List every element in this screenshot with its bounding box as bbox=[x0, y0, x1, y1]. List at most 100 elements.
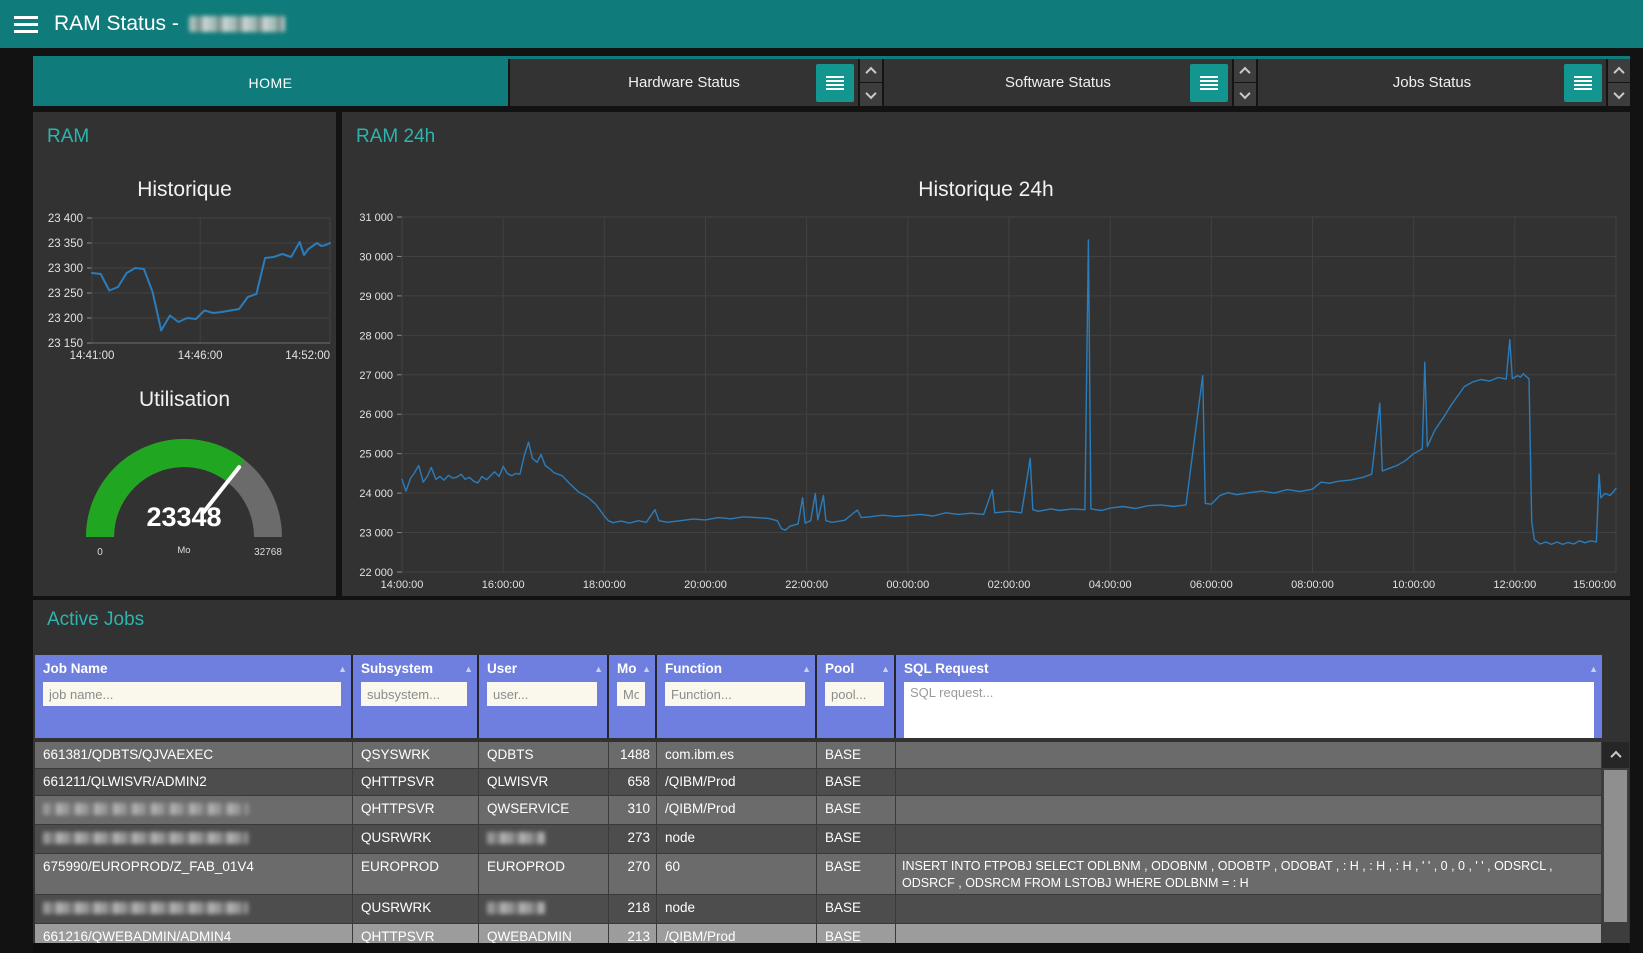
sort-jobname[interactable]: Job Name▲ bbox=[43, 658, 347, 679]
user-filter-input[interactable] bbox=[487, 682, 597, 706]
sql-filter-input[interactable] bbox=[904, 682, 1594, 738]
tab-spinner bbox=[1234, 59, 1256, 106]
spin-up-button[interactable] bbox=[1234, 59, 1256, 82]
column-pool: Pool▲ bbox=[817, 655, 896, 738]
jobs-list-button[interactable] bbox=[1564, 64, 1602, 102]
ram-status-dashboard: { "header": { "title": "RAM Status -", "… bbox=[0, 0, 1643, 953]
svg-text:23 200: 23 200 bbox=[48, 313, 83, 325]
sort-sql[interactable]: SQL Request▲ bbox=[904, 658, 1598, 679]
jobs-table-header: Job Name▲ Subsystem▲ User▲ Mo▲ Function▲… bbox=[35, 655, 1602, 738]
redacted-text bbox=[487, 832, 545, 844]
title-bar: RAM Status - bbox=[0, 0, 1643, 48]
cell-sql bbox=[896, 796, 1602, 824]
svg-text:22:00:00: 22:00:00 bbox=[785, 579, 828, 591]
svg-text:14:00:00: 14:00:00 bbox=[381, 579, 424, 591]
ram-usage-gauge: 23348Mo032768 bbox=[69, 415, 299, 560]
table-row[interactable]: QUSRWRK218nodeBASE bbox=[35, 895, 1602, 924]
tab-label: Software Status bbox=[1005, 74, 1111, 91]
function-filter-input[interactable] bbox=[665, 682, 805, 706]
tab-spinner bbox=[1608, 59, 1630, 106]
redacted-text bbox=[487, 902, 545, 914]
cell-mo: 1488 bbox=[609, 742, 657, 768]
cell-function: node bbox=[657, 895, 817, 923]
tab-jobs-status[interactable]: Jobs Status bbox=[1258, 59, 1606, 106]
cell-sql: INSERT INTO FTPOBJ SELECT ODLBNM , ODOBN… bbox=[896, 854, 1602, 894]
cell-user: QWEBADMIN bbox=[479, 924, 609, 943]
column-label: User bbox=[487, 661, 592, 676]
svg-text:18:00:00: 18:00:00 bbox=[583, 579, 626, 591]
horizontal-scrollbar[interactable] bbox=[33, 943, 1630, 953]
spin-down-button[interactable] bbox=[1608, 83, 1630, 106]
table-row[interactable]: 661211/QLWISVR/ADMIN2QHTTPSVRQLWISVR658/… bbox=[35, 769, 1602, 796]
cell-user: EUROPROD bbox=[479, 854, 609, 894]
sort-subsystem[interactable]: Subsystem▲ bbox=[361, 658, 473, 679]
sort-asc-icon: ▲ bbox=[594, 664, 603, 674]
cell-subsystem: QSYSWRK bbox=[353, 742, 479, 768]
table-row[interactable]: 661216/QWEBADMIN/ADMIN4QHTTPSVRQWEBADMIN… bbox=[35, 924, 1602, 943]
sort-asc-icon: ▲ bbox=[464, 664, 473, 674]
tab-group-hardware: Hardware Status bbox=[510, 59, 882, 106]
tab-group-software: Software Status bbox=[884, 59, 1256, 106]
menu-icon[interactable] bbox=[14, 16, 38, 33]
spin-down-button[interactable] bbox=[860, 83, 882, 106]
software-list-button[interactable] bbox=[1190, 64, 1228, 102]
historique-chart-title: Historique bbox=[33, 178, 336, 202]
svg-text:14:52:00: 14:52:00 bbox=[285, 350, 330, 362]
column-user: User▲ bbox=[479, 655, 609, 738]
hardware-list-button[interactable] bbox=[816, 64, 854, 102]
spin-up-button[interactable] bbox=[860, 59, 882, 82]
cell-subsystem: QHTTPSVR bbox=[353, 769, 479, 795]
table-row[interactable]: 661381/QDBTS/QJVAEXECQSYSWRKQDBTS1488com… bbox=[35, 742, 1602, 769]
tab-software-status[interactable]: Software Status bbox=[884, 59, 1232, 106]
tab-home[interactable]: HOME bbox=[33, 59, 508, 106]
pool-filter-input[interactable] bbox=[825, 682, 884, 706]
cell-subsystem: QHTTPSVR bbox=[353, 796, 479, 824]
scrollbar-thumb[interactable] bbox=[1604, 770, 1627, 922]
ram-panel-title: RAM bbox=[47, 126, 89, 148]
table-row[interactable]: QUSRWRK273nodeBASE bbox=[35, 825, 1602, 854]
cell-subsystem: QHTTPSVR bbox=[353, 924, 479, 943]
cell-user: QLWISVR bbox=[479, 769, 609, 795]
table-row[interactable]: 675990/EUROPROD/Z_FAB_01V4EUROPRODEUROPR… bbox=[35, 854, 1602, 895]
cell-jobname: 661216/QWEBADMIN/ADMIN4 bbox=[35, 924, 353, 943]
column-label: Pool bbox=[825, 661, 879, 676]
svg-text:32768: 32768 bbox=[254, 547, 282, 558]
ram24h-panel: RAM 24h Historique 24h 22 00023 00024 00… bbox=[342, 112, 1630, 596]
svg-text:00:00:00: 00:00:00 bbox=[886, 579, 929, 591]
sort-asc-icon: ▲ bbox=[881, 664, 890, 674]
column-subsystem: Subsystem▲ bbox=[353, 655, 479, 738]
svg-text:0: 0 bbox=[97, 547, 103, 558]
svg-text:Mo: Mo bbox=[177, 545, 190, 556]
svg-text:23 000: 23 000 bbox=[359, 528, 393, 540]
table-row[interactable]: QHTTPSVRQWSERVICE310/QIBM/ProdBASE bbox=[35, 796, 1602, 825]
cell-function: node bbox=[657, 825, 817, 853]
cell-pool: BASE bbox=[817, 924, 896, 943]
sort-user[interactable]: User▲ bbox=[487, 658, 603, 679]
gauge-title: Utilisation bbox=[33, 388, 336, 412]
svg-text:24 000: 24 000 bbox=[359, 488, 393, 500]
cell-pool: BASE bbox=[817, 796, 896, 824]
spin-down-button[interactable] bbox=[1234, 83, 1256, 106]
jobname-filter-input[interactable] bbox=[43, 682, 341, 706]
subsystem-filter-input[interactable] bbox=[361, 682, 467, 706]
mo-filter-input[interactable] bbox=[617, 682, 645, 706]
cell-sql bbox=[896, 769, 1602, 795]
sort-function[interactable]: Function▲ bbox=[665, 658, 811, 679]
cell-sql bbox=[896, 895, 1602, 923]
tab-hardware-status[interactable]: Hardware Status bbox=[510, 59, 858, 106]
cell-pool: BASE bbox=[817, 854, 896, 894]
tab-label: Hardware Status bbox=[628, 74, 740, 91]
redacted-text bbox=[43, 803, 248, 815]
vertical-scrollbar[interactable] bbox=[1602, 742, 1629, 943]
sort-mo[interactable]: Mo▲ bbox=[617, 658, 651, 679]
svg-text:06:00:00: 06:00:00 bbox=[1190, 579, 1233, 591]
list-icon bbox=[826, 76, 844, 90]
cell-user bbox=[479, 825, 609, 853]
ram-24h-chart: 22 00023 00024 00025 00026 00027 00028 0… bbox=[346, 204, 1626, 596]
spin-up-button[interactable] bbox=[1608, 59, 1630, 82]
scroll-up-button[interactable] bbox=[1602, 742, 1629, 768]
sort-pool[interactable]: Pool▲ bbox=[825, 658, 890, 679]
cell-pool: BASE bbox=[817, 895, 896, 923]
tab-strip: HOME Hardware Status Software Status Job… bbox=[33, 56, 1630, 106]
chevron-up-icon bbox=[1610, 751, 1621, 762]
